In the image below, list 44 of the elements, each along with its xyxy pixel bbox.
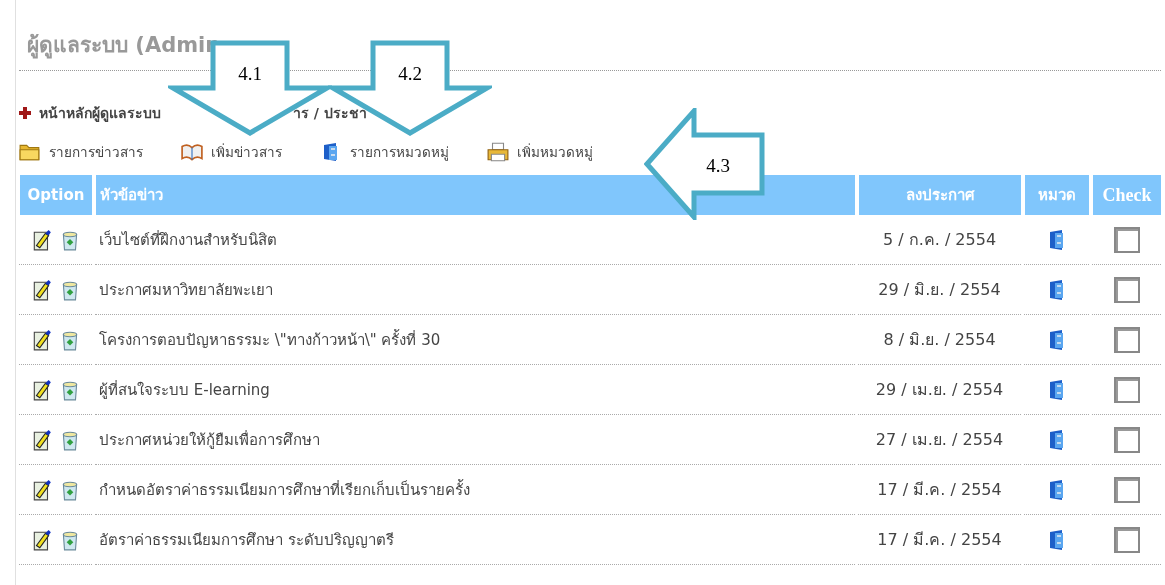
checkbox[interactable] [1113, 476, 1140, 503]
post-date: 29 / เม.ย. / 2554 [858, 365, 1021, 415]
column-header: Check [1092, 175, 1161, 215]
column-header: Option [19, 175, 92, 215]
checkbox[interactable] [1113, 226, 1140, 253]
breadcrumb-link[interactable]: หน้าหลักผู้ดูแลระบบ [39, 102, 161, 124]
column-header: หัวข้อข่าว [95, 175, 855, 215]
checkbox[interactable] [1113, 426, 1140, 453]
book-icon [181, 142, 203, 162]
post-date: 17 / มี.ค. / 2554 [858, 465, 1021, 515]
news-title[interactable]: ประกาศมหาวิทยาลัยพะเยา [95, 265, 855, 315]
news-title[interactable]: โครงการตอบปัญหาธรรมะ \"ทางก้าวหน้า\" ครั้งที่ 30 [95, 315, 855, 365]
checkbox[interactable] [1113, 276, 1140, 303]
plus-icon [19, 107, 31, 119]
news-title[interactable]: ผู้ที่สนใจระบบ E-learning [95, 365, 855, 415]
checkbox[interactable] [1113, 326, 1140, 353]
news-title[interactable]: กำหนดอัตราค่าธรรมเนียมการศึกษาที่เรียกเก็บเป็นรายครั้ง [95, 465, 855, 515]
post-date: 27 / เม.ย. / 2554 [858, 415, 1021, 465]
column-header: ลงประกาศ [858, 175, 1021, 215]
toolbar-link[interactable]: เพิ่มหมวดหมู่ [487, 141, 593, 163]
news-title[interactable]: ประกาศหน่วยให้กู้ยืมเพื่อการศึกษา [95, 415, 855, 465]
toolbar-link[interactable]: รายการข่าวสาร [19, 141, 143, 163]
callout-arrow: 4.3 [644, 108, 766, 220]
news-title[interactable]: อัตราค่าธรรมเนียมการศึกษา ระดับปริญญาตรี [95, 515, 855, 565]
post-date: 5 / ก.ค. / 2554 [858, 215, 1021, 265]
breadcrumb-link[interactable]: าร / ประชา [293, 102, 367, 124]
toolbar-link[interactable]: เพิ่มข่าวสาร [181, 141, 282, 163]
edit-icon[interactable] [31, 478, 52, 501]
edit-icon[interactable] [31, 278, 52, 301]
news-title[interactable]: เว็บไซต์ที่ฝึกงานสำหรับนิสิต [95, 215, 855, 265]
edit-icon[interactable] [31, 378, 52, 401]
folder-icon [19, 142, 41, 162]
printer-icon [487, 142, 509, 162]
post-date: 8 / มิ.ย. / 2554 [858, 315, 1021, 365]
toolbar-link[interactable]: รายการหมวดหมู่ [320, 141, 449, 163]
edit-icon[interactable] [31, 228, 52, 251]
post-date: 29 / มิ.ย. / 2554 [858, 265, 1021, 315]
checkbox[interactable] [1113, 526, 1140, 553]
edit-icon[interactable] [31, 328, 52, 351]
edit-icon[interactable] [31, 428, 52, 451]
column-header: หมวด [1024, 175, 1089, 215]
post-date: 17 / มี.ค. / 2554 [858, 515, 1021, 565]
checkbox[interactable] [1113, 376, 1140, 403]
edit-icon[interactable] [31, 528, 52, 551]
